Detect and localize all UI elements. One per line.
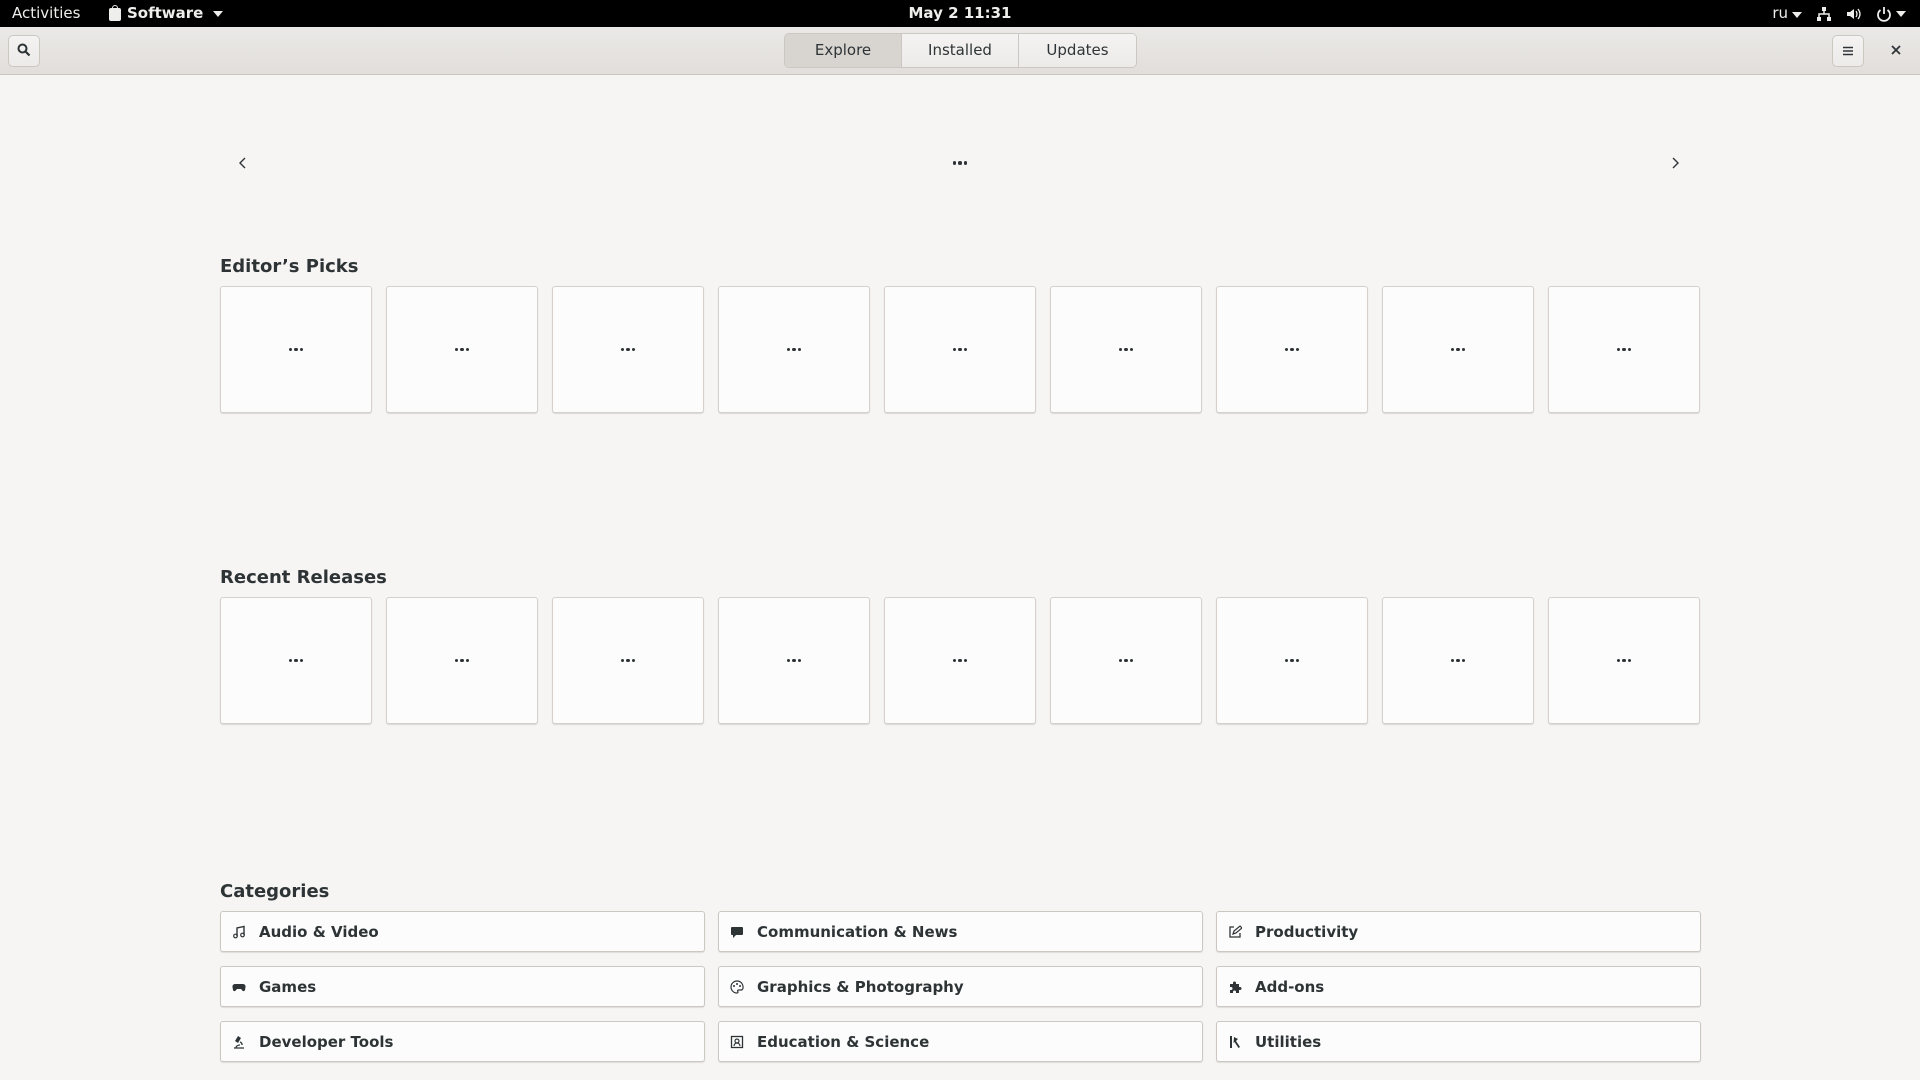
close-window-button[interactable] <box>1880 35 1912 67</box>
category-label: Productivity <box>1255 922 1359 941</box>
tab-updates[interactable]: Updates <box>1019 34 1136 67</box>
carousel-next-button[interactable] <box>1660 148 1690 178</box>
puzzle-icon <box>1227 979 1243 995</box>
app-tile-loading[interactable] <box>220 597 372 724</box>
app-tile-loading[interactable] <box>1216 597 1368 724</box>
loading-dots-icon <box>620 347 636 352</box>
loading-dots-icon <box>1616 347 1632 352</box>
loading-dots-icon <box>288 347 304 352</box>
editors-picks-title: Editor’s Picks <box>220 256 359 277</box>
editors-picks-row <box>220 286 1700 413</box>
dropdown-arrow-icon <box>1792 12 1802 18</box>
chevron-right-icon <box>1670 151 1680 175</box>
category-label: Games <box>259 977 317 996</box>
header-bar: Explore Installed Updates <box>0 27 1920 75</box>
gnome-top-bar: Activities Software May 2 11:31 ru <box>0 0 1920 27</box>
loading-dots-icon <box>786 347 802 352</box>
chevron-left-icon <box>238 151 248 175</box>
app-tile-loading[interactable] <box>1382 597 1534 724</box>
app-tile-loading[interactable] <box>1548 286 1700 413</box>
search-icon <box>17 42 31 61</box>
loading-dots-icon <box>1118 347 1134 352</box>
featured-carousel[interactable] <box>220 136 1700 216</box>
app-tile-loading[interactable] <box>718 597 870 724</box>
loading-dots-icon <box>1450 658 1466 663</box>
edit-icon <box>1227 924 1243 940</box>
category-label: Communication & News <box>757 922 958 941</box>
app-tile-loading[interactable] <box>552 597 704 724</box>
microscope-icon <box>231 1034 247 1050</box>
loading-dots-icon <box>952 347 968 352</box>
main-menu-button[interactable] <box>1832 35 1864 67</box>
clock[interactable]: May 2 11:31 <box>0 0 1920 27</box>
loading-dots-icon <box>1118 658 1134 663</box>
category-label: Developer Tools <box>259 1032 394 1051</box>
app-tile-loading[interactable] <box>1382 286 1534 413</box>
hamburger-menu-icon <box>1842 42 1854 61</box>
app-tile-loading[interactable] <box>1548 597 1700 724</box>
search-button[interactable] <box>8 35 40 67</box>
system-status-area[interactable]: ru <box>1772 0 1906 27</box>
app-tile-loading[interactable] <box>884 597 1036 724</box>
tab-installed[interactable]: Installed <box>902 34 1019 67</box>
music-note-icon <box>231 924 247 940</box>
tab-explore[interactable]: Explore <box>785 34 902 67</box>
chat-bubble-icon <box>729 924 745 940</box>
category-developer-tools[interactable]: Developer Tools <box>220 1021 705 1062</box>
app-tile-loading[interactable] <box>718 286 870 413</box>
category-audio-video[interactable]: Audio & Video <box>220 911 705 952</box>
loading-dots-icon <box>620 658 636 663</box>
loading-dots-icon <box>952 658 968 663</box>
keyboard-layout-indicator[interactable]: ru <box>1772 0 1802 27</box>
categories-title: Categories <box>220 881 330 902</box>
category-label: Graphics & Photography <box>757 977 964 996</box>
category-communication-news[interactable]: Communication & News <box>718 911 1203 952</box>
category-education-science[interactable]: Education & Science <box>718 1021 1203 1062</box>
view-switcher: Explore Installed Updates <box>784 33 1137 68</box>
category-label: Audio & Video <box>259 922 379 941</box>
gamepad-icon <box>231 979 247 995</box>
loading-dots-icon <box>786 658 802 663</box>
loading-dots-icon <box>454 658 470 663</box>
carousel-previous-button[interactable] <box>228 148 258 178</box>
palette-icon <box>729 979 745 995</box>
volume-icon[interactable] <box>1846 6 1862 22</box>
category-add-ons[interactable]: Add-ons <box>1216 966 1701 1007</box>
network-icon[interactable] <box>1816 6 1832 22</box>
category-utilities[interactable]: Utilities <box>1216 1021 1701 1062</box>
app-tile-loading[interactable] <box>552 286 704 413</box>
category-graphics-photography[interactable]: Graphics & Photography <box>718 966 1203 1007</box>
dropdown-arrow-icon <box>1896 10 1906 17</box>
app-tile-loading[interactable] <box>1216 286 1368 413</box>
category-label: Add-ons <box>1255 977 1325 996</box>
loading-dots-icon <box>1450 347 1466 352</box>
category-productivity[interactable]: Productivity <box>1216 911 1701 952</box>
recent-releases-title: Recent Releases <box>220 567 387 588</box>
close-icon <box>1890 41 1902 61</box>
category-games[interactable]: Games <box>220 966 705 1007</box>
app-tile-loading[interactable] <box>884 286 1036 413</box>
app-tile-loading[interactable] <box>1050 597 1202 724</box>
loading-dots-icon <box>1284 658 1300 663</box>
loading-dots-icon <box>1284 347 1300 352</box>
app-tile-loading[interactable] <box>220 286 372 413</box>
category-label: Education & Science <box>757 1032 930 1051</box>
recent-releases-row <box>220 597 1700 724</box>
app-tile-loading[interactable] <box>1050 286 1202 413</box>
loading-dots-icon <box>454 347 470 352</box>
loading-dots-icon <box>950 158 970 168</box>
education-icon <box>729 1034 745 1050</box>
app-tile-loading[interactable] <box>386 597 538 724</box>
category-label: Utilities <box>1255 1032 1322 1051</box>
app-tile-loading[interactable] <box>386 286 538 413</box>
power-icon[interactable] <box>1876 6 1906 22</box>
loading-dots-icon <box>1616 658 1632 663</box>
loading-dots-icon <box>288 658 304 663</box>
tools-icon <box>1227 1034 1243 1050</box>
